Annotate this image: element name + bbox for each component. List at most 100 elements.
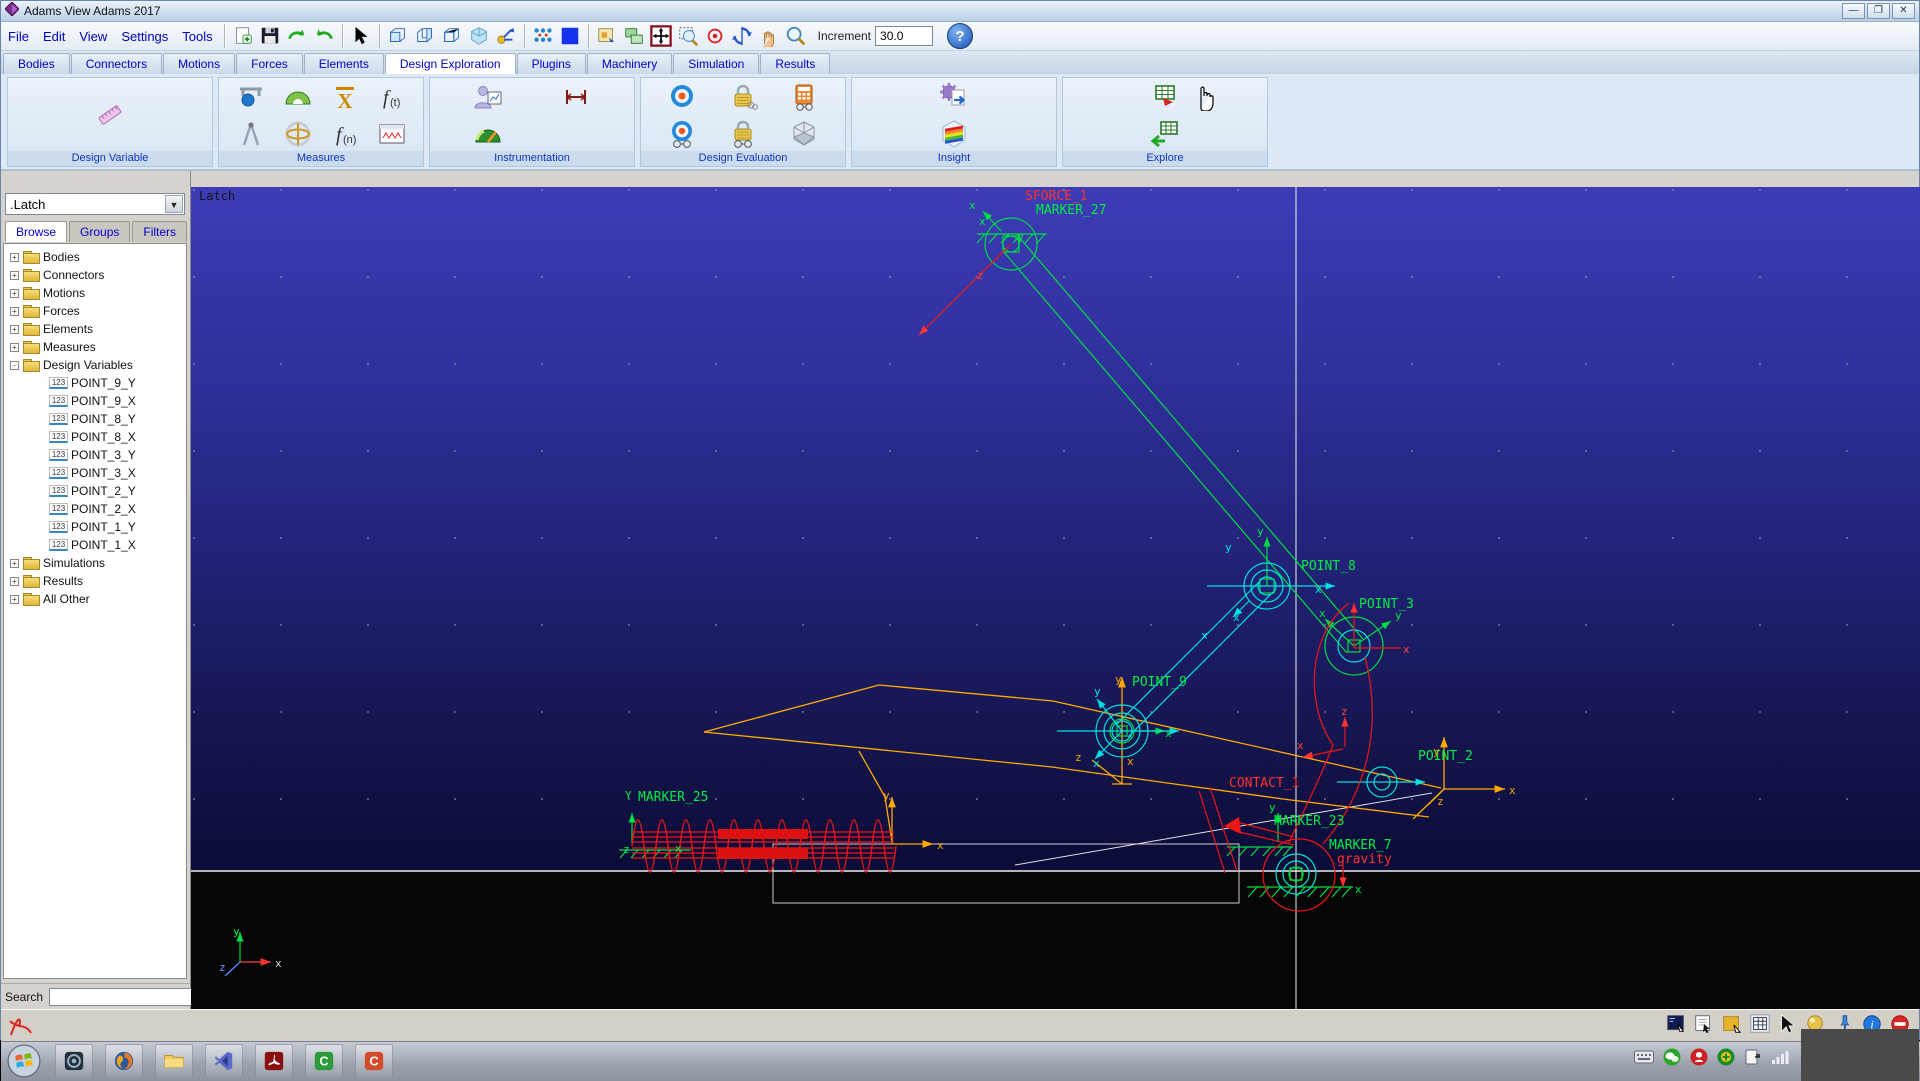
xbar-icon[interactable]: X bbox=[328, 80, 362, 114]
safe-app-icon[interactable] bbox=[1717, 1048, 1735, 1071]
tree-item-connectors[interactable]: + Connectors bbox=[4, 266, 186, 284]
search-input[interactable] bbox=[49, 987, 194, 1006]
caliper-icon[interactable] bbox=[234, 80, 268, 114]
tree-item-point_3_y[interactable]: +123POINT_3_Y bbox=[4, 446, 186, 464]
view-back-icon[interactable] bbox=[440, 24, 465, 49]
close-button[interactable]: ✕ bbox=[1892, 3, 1915, 19]
tree-item-elements[interactable]: + Elements bbox=[4, 320, 186, 338]
tree-item-point_8_x[interactable]: +123POINT_8_X bbox=[4, 428, 186, 446]
tree-item-bodies[interactable]: + Bodies bbox=[4, 248, 186, 266]
3d-viewport[interactable]: Latch SFORCE_1 MARKER_27 POINT_8 POINT_3 POIN… bbox=[191, 187, 1920, 1009]
view-orient-icon[interactable] bbox=[494, 24, 519, 49]
tab-machinery[interactable]: Machinery bbox=[586, 53, 673, 74]
tree-item-forces[interactable]: + Forces bbox=[4, 302, 186, 320]
tree-item-design-variables[interactable]: - Design Variables bbox=[4, 356, 186, 374]
zoom-box-icon[interactable] bbox=[676, 24, 701, 49]
tree-expander[interactable]: + bbox=[10, 558, 19, 568]
function-n-icon[interactable]: f (n) bbox=[328, 117, 362, 151]
maximize-button[interactable]: ❐ bbox=[1867, 3, 1890, 19]
print-screen-icon[interactable] bbox=[1693, 1013, 1715, 1035]
tab-forces[interactable]: Forces bbox=[236, 53, 303, 74]
view-front-icon[interactable] bbox=[386, 24, 411, 49]
gauge-icon[interactable] bbox=[471, 117, 505, 151]
tab-simulation[interactable]: Simulation bbox=[673, 53, 760, 74]
browser-tab-groups[interactable]: Groups bbox=[69, 221, 131, 242]
lock-review-icon[interactable] bbox=[726, 117, 760, 151]
wechat-icon[interactable] bbox=[1663, 1048, 1681, 1071]
tree-expander[interactable]: + bbox=[10, 594, 19, 604]
menu-view[interactable]: View bbox=[72, 29, 114, 44]
tab-plugins[interactable]: Plugins bbox=[516, 53, 586, 74]
network-signal-icon[interactable] bbox=[1771, 1049, 1791, 1070]
tab-motions[interactable]: Motions bbox=[163, 53, 236, 74]
export-gear-icon[interactable] bbox=[937, 80, 971, 114]
calculator-review-icon[interactable] bbox=[787, 80, 821, 114]
tree-expander[interactable]: + bbox=[10, 576, 19, 586]
render-mode-icon[interactable] bbox=[595, 24, 620, 49]
select-cursor-icon[interactable] bbox=[349, 24, 374, 49]
tree-item-point_9_y[interactable]: +123POINT_9_Y bbox=[4, 374, 186, 392]
tree-item-measures[interactable]: + Measures bbox=[4, 338, 186, 356]
keyboard-icon[interactable] bbox=[1634, 1050, 1654, 1069]
menu-file[interactable]: File bbox=[1, 29, 36, 44]
rotate-view-icon[interactable] bbox=[730, 24, 755, 49]
tree-expander[interactable]: + bbox=[10, 252, 19, 262]
cube-review-icon[interactable] bbox=[787, 117, 821, 151]
orient-circle-icon[interactable] bbox=[281, 117, 315, 151]
lock-icon[interactable] bbox=[726, 80, 760, 114]
protractor-icon[interactable] bbox=[281, 80, 315, 114]
highlight-color-icon[interactable] bbox=[1721, 1013, 1743, 1035]
surface-plot-icon[interactable] bbox=[937, 117, 971, 151]
start-button[interactable] bbox=[5, 1044, 43, 1078]
table-export-icon[interactable] bbox=[1148, 80, 1182, 114]
h-dimension-icon[interactable] bbox=[559, 80, 593, 114]
divider-icon[interactable] bbox=[234, 117, 268, 151]
firefox-icon[interactable] bbox=[105, 1044, 143, 1078]
hand-pan-icon[interactable] bbox=[757, 24, 782, 49]
tab-results[interactable]: Results bbox=[760, 53, 831, 74]
tree-item-motions[interactable]: + Motions bbox=[4, 284, 186, 302]
target-icon[interactable] bbox=[665, 80, 699, 114]
model-selector[interactable]: .Latch ▼ bbox=[5, 193, 185, 215]
tree-item-point_2_x[interactable]: +123POINT_2_X bbox=[4, 500, 186, 518]
strip-chart-icon[interactable] bbox=[375, 117, 409, 151]
person-chart-icon[interactable] bbox=[471, 80, 505, 114]
dynamic-pick-icon[interactable] bbox=[531, 24, 556, 49]
save-icon[interactable] bbox=[258, 24, 283, 49]
menu-edit[interactable]: Edit bbox=[36, 29, 72, 44]
grid-table-icon[interactable] bbox=[1749, 1013, 1771, 1035]
view-side-icon[interactable] bbox=[413, 24, 438, 49]
view-iso-icon[interactable] bbox=[467, 24, 492, 49]
zoom-view-icon[interactable] bbox=[784, 24, 809, 49]
tab-connectors[interactable]: Connectors bbox=[70, 53, 163, 74]
tree-item-point_3_x[interactable]: +123POINT_3_X bbox=[4, 464, 186, 482]
browser-tab-filters[interactable]: Filters bbox=[132, 221, 188, 242]
help-button[interactable]: ? bbox=[947, 23, 974, 49]
tree-expander[interactable]: + bbox=[10, 306, 19, 316]
tree-expander[interactable]: + bbox=[10, 324, 19, 334]
tree-item-point_1_y[interactable]: +123POINT_1_Y bbox=[4, 518, 186, 536]
tree-item-all-other[interactable]: + All Other bbox=[4, 590, 186, 608]
browser-tab-browse[interactable]: Browse bbox=[5, 221, 68, 242]
minimize-button[interactable]: — bbox=[1842, 3, 1865, 19]
tree-expander[interactable]: + bbox=[10, 270, 19, 280]
vscode-icon[interactable] bbox=[205, 1044, 243, 1078]
new-file-icon[interactable] bbox=[231, 24, 256, 49]
tree-item-point_1_x[interactable]: +123POINT_1_X bbox=[4, 536, 186, 554]
function-time-icon[interactable]: f (t) bbox=[375, 80, 409, 114]
tab-bodies[interactable]: Bodies bbox=[3, 53, 70, 74]
tree-item-point_9_x[interactable]: +123POINT_9_X bbox=[4, 392, 186, 410]
tree-item-simulations[interactable]: + Simulations bbox=[4, 554, 186, 572]
tree-item-point_8_y[interactable]: +123POINT_8_Y bbox=[4, 410, 186, 428]
undo-icon[interactable] bbox=[312, 24, 337, 49]
redo-icon[interactable] bbox=[285, 24, 310, 49]
display-mode-icon[interactable] bbox=[1665, 1013, 1687, 1035]
power-plug-icon[interactable] bbox=[1744, 1048, 1762, 1071]
view-parts-icon[interactable] bbox=[622, 24, 647, 49]
chevron-down-icon[interactable]: ▼ bbox=[165, 195, 183, 213]
capture-red-icon[interactable]: C bbox=[355, 1044, 393, 1078]
center-point-icon[interactable] bbox=[703, 24, 728, 49]
pick-cursor-icon[interactable] bbox=[1777, 1013, 1799, 1035]
tree-expander[interactable]: + bbox=[10, 342, 19, 352]
red-app-icon[interactable] bbox=[1690, 1048, 1708, 1071]
